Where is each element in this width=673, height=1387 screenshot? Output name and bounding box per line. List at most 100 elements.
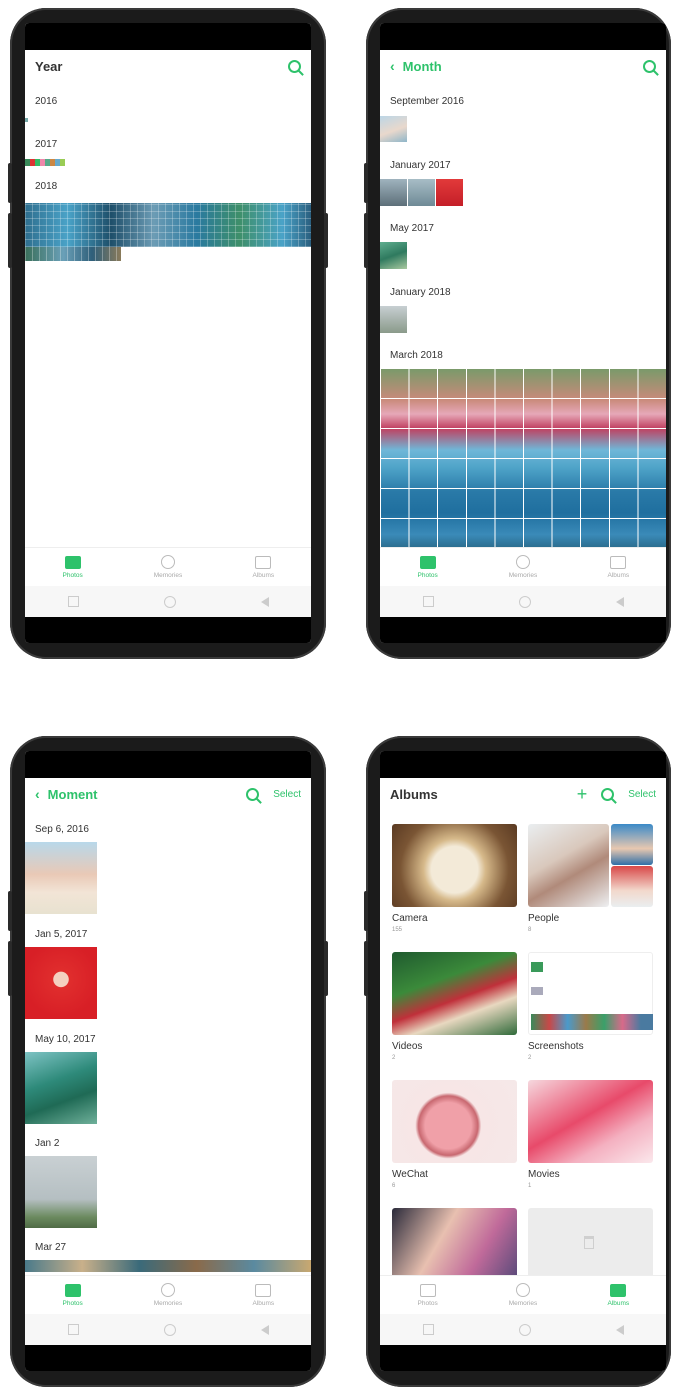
- search-icon[interactable]: [643, 60, 656, 73]
- tab-memories[interactable]: Memories: [475, 548, 570, 586]
- photo-grid[interactable]: [25, 203, 311, 247]
- tab-photos[interactable]: Photos: [380, 548, 475, 586]
- system-nav-bar: [25, 1314, 311, 1345]
- tab-label: Photos: [63, 1300, 83, 1307]
- photo-grid-row[interactable]: [25, 247, 121, 261]
- photo-thumb[interactable]: [436, 179, 463, 206]
- select-button[interactable]: Select: [273, 789, 301, 800]
- albums-icon: [255, 1284, 271, 1297]
- recents-icon[interactable]: [68, 596, 79, 607]
- albums-grid: Camera 155 People 8 Videos 2: [380, 810, 666, 1276]
- photo-thumb[interactable]: [25, 947, 97, 1019]
- tab-label: Albums: [252, 1300, 274, 1307]
- photo-thumb[interactable]: [25, 1052, 97, 1124]
- home-icon[interactable]: [519, 1324, 531, 1336]
- tab-photos[interactable]: Photos: [25, 548, 120, 586]
- phone-month: ‹ Month September 2016 January 2017 May …: [366, 8, 671, 659]
- tab-label: Albums: [252, 572, 274, 579]
- album-name: Movies: [528, 1169, 560, 1180]
- memories-icon: [161, 1283, 175, 1297]
- tab-albums[interactable]: Albums: [216, 548, 311, 586]
- album-cover: [392, 952, 517, 1035]
- side-button: [364, 213, 368, 268]
- section-label: Sep 6, 2016: [25, 824, 89, 835]
- photo-thumb[interactable]: [380, 179, 407, 206]
- tab-photos[interactable]: Photos: [25, 1276, 120, 1314]
- photo-thumb[interactable]: [25, 842, 97, 914]
- album-wechat[interactable]: WeChat 6: [392, 1080, 517, 1192]
- select-button[interactable]: Select: [628, 789, 656, 800]
- back-icon[interactable]: [261, 1325, 269, 1335]
- recents-icon[interactable]: [423, 1324, 434, 1335]
- bottom-tab-bar: Photos Memories Albums: [25, 1275, 311, 1314]
- album-empty[interactable]: [528, 1208, 653, 1276]
- search-icon[interactable]: [288, 60, 301, 73]
- back-arrow-icon[interactable]: ‹: [35, 786, 40, 802]
- recents-icon[interactable]: [423, 596, 434, 607]
- tab-albums[interactable]: Albums: [571, 1276, 666, 1314]
- album-videos[interactable]: Videos 2: [392, 952, 517, 1064]
- home-icon[interactable]: [164, 596, 176, 608]
- tab-label: Memories: [509, 572, 538, 579]
- page-title: Year: [35, 59, 62, 74]
- moment-content: Sep 6, 2016 Jan 5, 2017 May 10, 2017 Jan…: [25, 810, 311, 1276]
- album-camera[interactable]: Camera 155: [392, 824, 517, 936]
- album-count: 1: [528, 1183, 531, 1189]
- back-icon[interactable]: [616, 1325, 624, 1335]
- photos-icon: [65, 556, 81, 569]
- section-label: March 2018: [380, 350, 443, 361]
- home-icon[interactable]: [519, 596, 531, 608]
- tab-memories[interactable]: Memories: [120, 1276, 215, 1314]
- album-name: People: [528, 913, 559, 924]
- app-bar: Year: [25, 50, 311, 82]
- side-button: [8, 213, 12, 268]
- section-label: 2017: [25, 139, 57, 150]
- album-movies[interactable]: Movies 1: [528, 1080, 653, 1192]
- phone-moment: ‹ Moment Select Sep 6, 2016 Jan 5, 2017 …: [10, 736, 326, 1387]
- screen: Albums + Select Camera 155 People 8: [380, 751, 666, 1371]
- phone-albums: Albums + Select Camera 155 People 8: [366, 736, 671, 1387]
- tab-albums[interactable]: Albums: [571, 548, 666, 586]
- screen: ‹ Moment Select Sep 6, 2016 Jan 5, 2017 …: [25, 751, 311, 1371]
- photo-strip[interactable]: [25, 159, 65, 166]
- album-cover: [528, 824, 609, 907]
- photo-thumb[interactable]: [25, 1156, 97, 1228]
- album-people[interactable]: People 8: [528, 824, 653, 936]
- photo-thumb[interactable]: [380, 306, 407, 333]
- photo-thumb[interactable]: [380, 242, 407, 269]
- tab-label: Photos: [63, 572, 83, 579]
- photo-strip[interactable]: [25, 1260, 311, 1272]
- section-label: Jan 5, 2017: [25, 929, 87, 940]
- section-label: May 10, 2017: [25, 1034, 96, 1045]
- album-screenshots[interactable]: Screenshots 2: [528, 952, 653, 1064]
- trash-icon: [584, 1236, 594, 1249]
- back-icon[interactable]: [261, 597, 269, 607]
- search-icon[interactable]: [246, 788, 259, 801]
- photo-thumb[interactable]: [25, 118, 28, 122]
- bezel-chin: [380, 617, 666, 643]
- albums-icon: [610, 1284, 626, 1297]
- side-button: [8, 891, 12, 931]
- photos-icon: [420, 1284, 436, 1297]
- month-content: September 2016 January 2017 May 2017 Jan…: [380, 82, 666, 548]
- home-icon[interactable]: [164, 1324, 176, 1336]
- page-title: Albums: [390, 787, 438, 802]
- add-album-icon[interactable]: +: [577, 785, 588, 803]
- photo-grid[interactable]: [380, 369, 666, 548]
- recents-icon[interactable]: [68, 1324, 79, 1335]
- back-icon[interactable]: [616, 597, 624, 607]
- status-bar: [25, 751, 311, 778]
- search-icon[interactable]: [601, 788, 614, 801]
- side-button: [8, 941, 12, 996]
- tab-memories[interactable]: Memories: [120, 548, 215, 586]
- tab-photos[interactable]: Photos: [380, 1276, 475, 1314]
- back-arrow-icon[interactable]: ‹: [390, 58, 395, 74]
- tab-albums[interactable]: Albums: [216, 1276, 311, 1314]
- photo-thumb[interactable]: [380, 116, 407, 142]
- album-partial[interactable]: [392, 1208, 517, 1276]
- albums-icon: [255, 556, 271, 569]
- tab-memories[interactable]: Memories: [475, 1276, 570, 1314]
- section-label: Mar 27: [25, 1242, 66, 1253]
- status-bar: [380, 751, 666, 778]
- photo-thumb[interactable]: [408, 179, 435, 206]
